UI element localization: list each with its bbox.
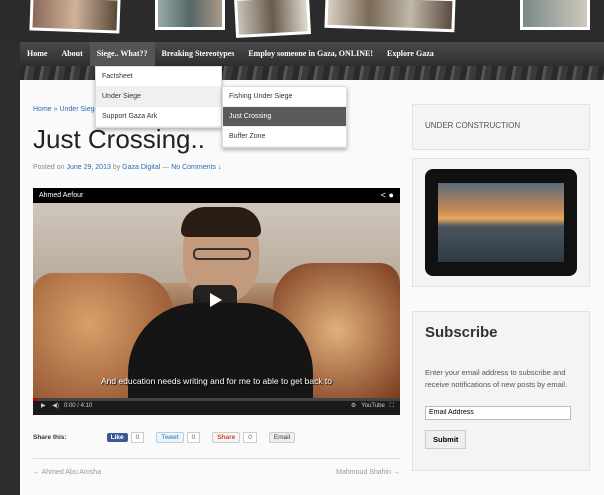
- tweet-button[interactable]: Tweet 0: [156, 432, 201, 443]
- post-date-link[interactable]: June 29, 2013: [66, 164, 110, 171]
- email-share-button[interactable]: Email: [268, 432, 296, 443]
- submit-button[interactable]: Submit: [425, 429, 467, 449]
- video-controls: ▶ ◀) 0:00 / 4:10 ⚙ YouTube ⛶: [33, 398, 400, 415]
- video-player[interactable]: Ahmed Aefour < ● And education needs wri…: [33, 188, 400, 415]
- play-small-icon[interactable]: ▶: [41, 403, 46, 409]
- video-person-hair: [181, 207, 261, 237]
- main-nav: Home About Siege.. What?? Breaking Stere…: [20, 42, 604, 66]
- submenu-item-factsheet[interactable]: Factsheet: [96, 67, 221, 87]
- submenu-item-buffer-zone[interactable]: Buffer Zone: [223, 127, 346, 147]
- share-icon[interactable]: < ●: [381, 188, 394, 203]
- google-plus-label: Share: [212, 432, 241, 443]
- page-left-edge: [0, 42, 20, 495]
- submenu-item-just-crossing[interactable]: Just Crossing: [223, 107, 346, 127]
- header-photo: [520, 0, 590, 30]
- nav-item-home[interactable]: Home: [20, 42, 54, 66]
- volume-icon[interactable]: ◀): [52, 403, 59, 409]
- post-comments-link[interactable]: No Comments ↓: [171, 164, 221, 171]
- post-meta-by: by: [112, 164, 121, 171]
- facebook-like-count: 0: [130, 432, 145, 443]
- nav-item-breaking-stereotypes[interactable]: Breaking Stereotypes: [155, 42, 242, 66]
- sunset-harbor-image[interactable]: [438, 183, 564, 262]
- post-navigation: ← Ahmed Abu Amsha Mahmoud Shahin →: [33, 469, 400, 476]
- previous-post-link[interactable]: ← Ahmed Abu Amsha: [33, 469, 101, 476]
- video-subtitle: And education needs writing and for me t…: [100, 376, 333, 386]
- post-meta-prefix: Posted on: [33, 164, 65, 171]
- video-time: 0:00 / 4:10: [63, 403, 93, 409]
- nav-item-employ[interactable]: Employ someone in Gaza, ONLINE!: [241, 42, 380, 66]
- under-construction-widget: UNDER CONSTRUCTION: [412, 104, 590, 150]
- google-plus-count: 0: [243, 432, 257, 443]
- subscribe-widget: Subscribe Enter your email address to su…: [412, 311, 590, 471]
- siege-submenu: Factsheet Under Siege Support Gaza Ark: [95, 66, 222, 128]
- submenu-item-fishing-under-siege[interactable]: Fishing Under Siege: [223, 87, 346, 107]
- nav-item-about[interactable]: About: [54, 42, 89, 66]
- share-row: Share this: Like 0 Tweet 0 Share 0 Email: [33, 432, 307, 443]
- header-photo-strip: [0, 0, 604, 42]
- post-author-link[interactable]: Gaza Digital: [122, 164, 160, 171]
- header-photo: [234, 0, 311, 38]
- submenu-item-under-siege[interactable]: Under Siege: [96, 87, 221, 107]
- tweet-count: 0: [186, 432, 201, 443]
- play-icon[interactable]: [193, 285, 237, 315]
- video-progress-bar[interactable]: [33, 398, 400, 401]
- header-photo: [155, 0, 225, 30]
- post-meta: Posted on June 29, 2013 by Gaza Digital …: [33, 164, 221, 171]
- under-siege-submenu: Fishing Under Siege Just Crossing Buffer…: [222, 86, 347, 148]
- video-progress-fill: [33, 398, 37, 401]
- video-title-bar: Ahmed Aefour < ●: [33, 188, 400, 203]
- header-photo: [324, 0, 456, 33]
- under-construction-text: UNDER CONSTRUCTION: [425, 121, 521, 130]
- google-plus-share-button[interactable]: Share 0: [212, 432, 257, 443]
- image-widget: [412, 158, 590, 287]
- video-person-body: [128, 303, 313, 413]
- tweet-label: Tweet: [156, 432, 184, 443]
- breadcrumb[interactable]: Home » Under Siege: [33, 106, 98, 113]
- header-photo: [29, 0, 121, 34]
- video-person-glasses: [193, 248, 251, 260]
- post-meta-sep: —: [162, 164, 170, 171]
- subscribe-title: Subscribe: [425, 324, 498, 341]
- facebook-like-button[interactable]: Like 0: [106, 432, 145, 443]
- nav-item-explore-gaza[interactable]: Explore Gaza: [380, 42, 441, 66]
- share-label: Share this:: [33, 434, 67, 441]
- submenu-item-support-gaza-ark[interactable]: Support Gaza Ark: [96, 107, 221, 127]
- settings-icon[interactable]: ⚙: [351, 403, 356, 409]
- page-title: Just Crossing..: [33, 124, 205, 154]
- email-field[interactable]: [425, 405, 571, 420]
- next-post-link[interactable]: Mahmoud Shahin →: [336, 469, 400, 476]
- tablet-frame: [425, 169, 577, 276]
- divider: [33, 458, 400, 459]
- video-channel[interactable]: Ahmed Aefour: [39, 192, 83, 199]
- fullscreen-icon[interactable]: ⛶: [390, 403, 394, 409]
- facebook-like-label: Like: [106, 433, 128, 442]
- youtube-logo[interactable]: YouTube: [361, 403, 385, 409]
- subscribe-text: Enter your email address to subscribe an…: [425, 368, 568, 389]
- nav-item-siege[interactable]: Siege.. What??: [89, 42, 155, 66]
- email-share-label: Email: [268, 432, 296, 443]
